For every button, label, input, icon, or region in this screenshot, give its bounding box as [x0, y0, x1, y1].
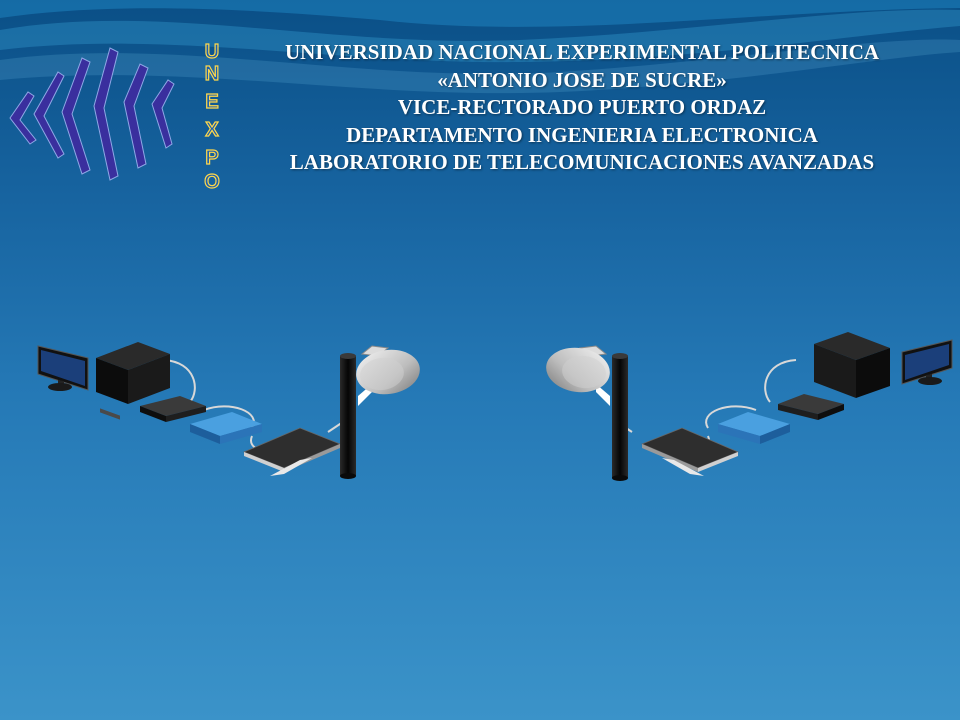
left-station: [37, 342, 420, 479]
cable: [764, 359, 797, 403]
laboratory-name: LABORATORIO DE TELECOMUNICACIONES AVANZA…: [289, 150, 875, 174]
logo-letter-p: P: [205, 147, 220, 169]
monitor-icon: [37, 345, 89, 391]
university-name: UNIVERSIDAD NACIONAL EXPERIMENTAL POLITE…: [284, 40, 880, 64]
logo-letter-e: E: [205, 91, 220, 113]
dish-antenna-icon: [356, 345, 420, 395]
monitor-icon: [901, 339, 953, 385]
department-name: DEPARTAMENTO INGENIERIA ELECTRONICA: [346, 122, 818, 147]
vice-rectorate: VICE-RECTORADO PUERTO ORDAZ: [397, 95, 767, 119]
logo-letter-x: X: [205, 119, 220, 141]
logo-letter-n: N: [204, 63, 220, 85]
desktop-tower-icon: [814, 332, 890, 398]
dish-antenna-icon: [546, 345, 610, 393]
logo-letter-u: U: [204, 41, 220, 63]
right-station: [546, 332, 953, 481]
university-subtitle: «ANTONIO JOSE DE SUCRE»: [437, 67, 727, 92]
unexpo-emblem-icon: [9, 47, 175, 181]
logo-letter-o: O: [204, 171, 221, 193]
network-switch-icon: [140, 396, 206, 422]
router-icon: [718, 412, 790, 444]
header-block: UNIVERSIDAD NACIONAL EXPERIMENTAL POLITE…: [226, 39, 938, 177]
network-switch-icon: [778, 394, 844, 420]
network-scene: [37, 332, 953, 481]
antenna-base-icon: [242, 427, 342, 476]
slide: U N E X P O UNIVERSIDAD NACIONAL EXPERIM…: [0, 0, 960, 720]
antenna-base-icon: [640, 427, 740, 476]
